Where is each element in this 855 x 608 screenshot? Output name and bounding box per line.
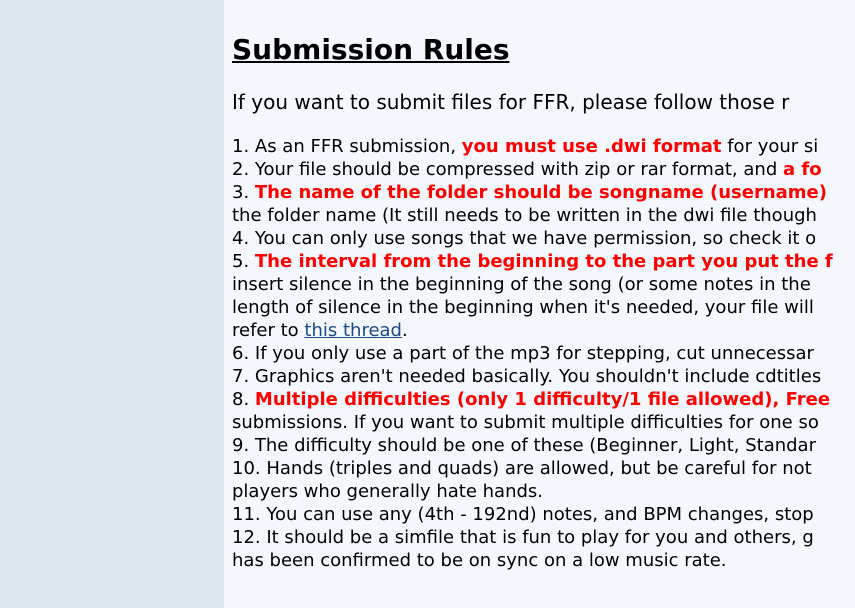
- intro-text: If you want to submit files for FFR, ple…: [232, 90, 790, 114]
- main-content: Submission Rules If you want to submit f…: [224, 0, 855, 608]
- rule-text: .: [401, 320, 408, 341]
- rule-text: 10. Hands (triples and quads) are allowe…: [232, 458, 812, 479]
- rule-text: for your si: [721, 136, 819, 157]
- rule-emphasis: you must use .dwi format: [461, 136, 722, 157]
- rule-line: 6. If you only use a part of the mp3 for…: [232, 342, 833, 365]
- rule-emphasis: The name of the folder should be songnam…: [254, 182, 827, 203]
- content-inner: Submission Rules If you want to submit f…: [232, 30, 833, 572]
- rule-line: submissions. If you want to submit multi…: [232, 411, 833, 434]
- rule-line: the folder name (It still needs to be wr…: [232, 204, 833, 227]
- rule-line: 12. It should be a simfile that is fun t…: [232, 526, 833, 549]
- rule-line: length of silence in the beginning when …: [232, 296, 833, 319]
- rule-line: refer to this thread.: [232, 319, 833, 342]
- page-title: Submission Rules: [232, 33, 510, 66]
- rule-line: insert silence in the beginning of the s…: [232, 273, 833, 296]
- rule-text: 3.: [232, 182, 255, 203]
- rule-text: 2. Your file should be compressed with z…: [232, 159, 783, 180]
- rule-line: 10. Hands (triples and quads) are allowe…: [232, 457, 833, 480]
- rule-emphasis: Multiple difficulties (only 1 difficulty…: [254, 389, 831, 410]
- rule-line: 8. Multiple difficulties (only 1 difficu…: [232, 388, 833, 411]
- rule-line: 5. The interval from the beginning to th…: [232, 250, 833, 273]
- rule-emphasis: The interval from the beginning to the p…: [254, 251, 833, 272]
- rule-text: insert silence in the beginning of the s…: [232, 274, 811, 295]
- rule-text: 9. The difficulty should be one of these…: [232, 435, 816, 456]
- rule-text: players who generally hate hands.: [232, 481, 544, 502]
- rule-line: 11. You can use any (4th - 192nd) notes,…: [232, 503, 833, 526]
- rule-text: 8.: [232, 389, 255, 410]
- rule-line: 7. Graphics aren't needed basically. You…: [232, 365, 833, 388]
- rule-line: has been confirmed to be on sync on a lo…: [232, 549, 833, 572]
- rule-text: 12. It should be a simfile that is fun t…: [232, 527, 814, 548]
- rule-line: players who generally hate hands.: [232, 480, 833, 503]
- rule-text: refer to: [232, 320, 305, 341]
- rule-line: 9. The difficulty should be one of these…: [232, 434, 833, 457]
- rule-text: 4. You can only use songs that we have p…: [232, 228, 817, 249]
- rule-line: 4. You can only use songs that we have p…: [232, 227, 833, 250]
- rule-line: 1. As an FFR submission, you must use .d…: [232, 135, 833, 158]
- rule-text: length of silence in the beginning when …: [232, 297, 814, 318]
- rule-text: has been confirmed to be on sync on a lo…: [232, 550, 727, 571]
- rule-line: 3. The name of the folder should be song…: [232, 181, 833, 204]
- thread-link[interactable]: this thread: [304, 320, 402, 341]
- rules-list: 1. As an FFR submission, you must use .d…: [232, 135, 833, 572]
- rule-text: 1. As an FFR submission,: [232, 136, 462, 157]
- rule-line: 2. Your file should be compressed with z…: [232, 158, 833, 181]
- rule-text: 5.: [232, 251, 255, 272]
- rule-text: the folder name (It still needs to be wr…: [232, 205, 817, 226]
- left-sidebar: [0, 0, 224, 608]
- rule-emphasis: a fo: [782, 159, 822, 180]
- rule-text: submissions. If you want to submit multi…: [232, 412, 819, 433]
- rule-text: 7. Graphics aren't needed basically. You…: [232, 366, 822, 387]
- rule-text: 11. You can use any (4th - 192nd) notes,…: [232, 504, 814, 525]
- rule-text: 6. If you only use a part of the mp3 for…: [232, 343, 814, 364]
